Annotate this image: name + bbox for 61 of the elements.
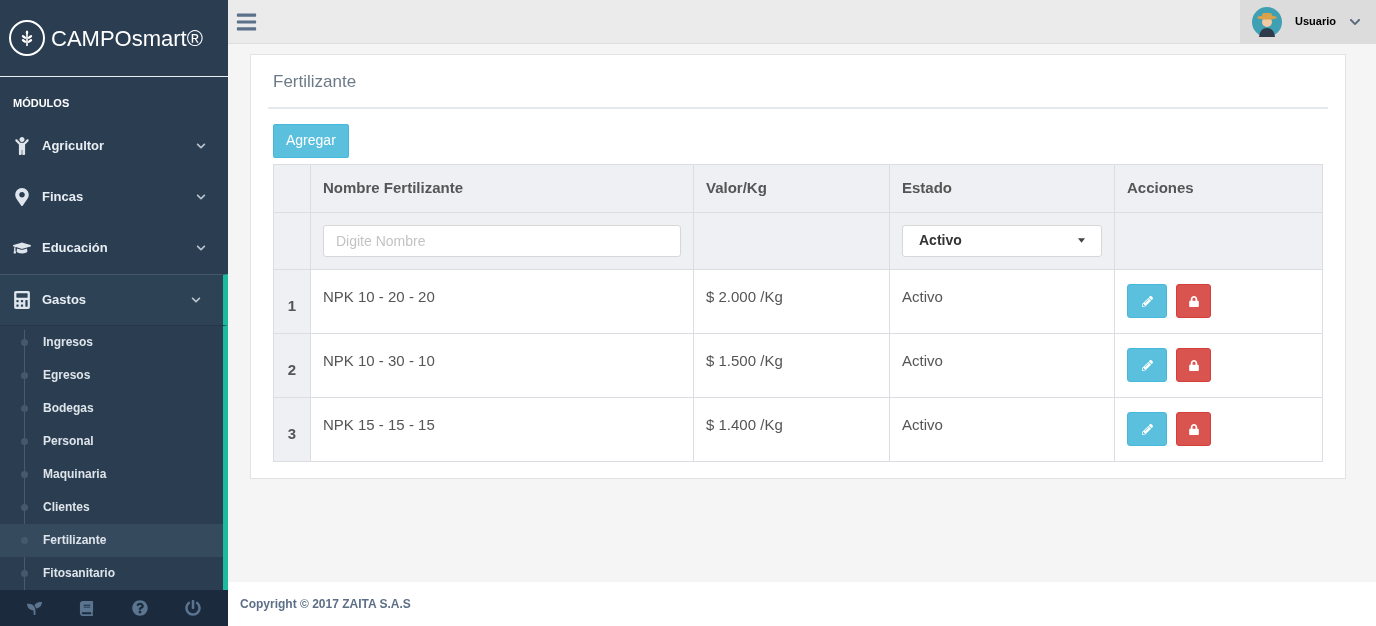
table-cell: Activo: [889, 333, 1115, 397]
column-header: Valor/Kg: [693, 164, 890, 212]
submenu-item[interactable]: Fertilizante: [0, 523, 223, 557]
brand-name: CAMPOsmart®: [51, 24, 203, 53]
column-header: Estado: [889, 164, 1115, 212]
menu-label: Educación: [42, 239, 109, 258]
sprout-icon[interactable]: [26, 600, 42, 616]
lock-button[interactable]: [1176, 412, 1211, 446]
table-cell: NPK 10 - 30 - 10: [310, 333, 694, 397]
edit-icon: [1141, 423, 1153, 435]
panel-title: Fertilizante: [273, 72, 357, 91]
table-cell: $ 1.500 /Kg: [693, 333, 890, 397]
submenu-item[interactable]: Fitosanitario: [0, 556, 223, 590]
book-icon[interactable]: [79, 600, 95, 616]
submenu-item[interactable]: Clientes: [0, 490, 223, 524]
table-cell: NPK 10 - 20 - 20: [310, 269, 694, 333]
table-cell: Activo: [889, 269, 1115, 333]
lock-icon: [1188, 423, 1199, 435]
column-header: Acciones: [1114, 164, 1323, 212]
submenu-item[interactable]: Personal: [0, 424, 223, 458]
lock-icon: [1188, 359, 1199, 371]
menu-item[interactable]: Fincas: [0, 171, 228, 223]
row-number: 3: [273, 397, 311, 461]
menu-label: Agricultor: [42, 137, 106, 156]
copyright-text: Copyright © 2017 ZAITA S.A.S: [240, 596, 411, 613]
lock-button[interactable]: [1176, 348, 1211, 382]
submenu-item[interactable]: Bodegas: [0, 391, 223, 425]
status-select[interactable]: Activo: [902, 224, 1102, 257]
lock-button[interactable]: [1176, 284, 1211, 318]
menu-label: Gastos: [42, 290, 88, 309]
row-number: 2: [273, 333, 311, 397]
edit-button[interactable]: [1127, 412, 1167, 446]
edit-icon: [1141, 359, 1153, 371]
chevron-icon: [196, 243, 206, 253]
user-menu[interactable]: Usuario: [1240, 0, 1376, 44]
menu-item[interactable]: Agricultor: [0, 120, 228, 172]
table-cell: $ 1.400 /Kg: [693, 397, 890, 461]
submenu-item[interactable]: Maquinaria: [0, 457, 223, 491]
edit-icon: [1141, 295, 1153, 307]
row-number: 1: [273, 269, 311, 333]
name-filter-field[interactable]: Digite Nombre: [323, 224, 681, 257]
section-title: MÓDULOS: [12, 96, 70, 111]
table-cell: Activo: [889, 397, 1115, 461]
chevron-icon: [196, 192, 206, 202]
table-cell: NPK 15 - 15 - 15: [310, 397, 694, 461]
lock-icon: [1188, 295, 1199, 307]
menu-item[interactable]: Gastos: [0, 273, 228, 325]
power-icon[interactable]: [185, 600, 202, 616]
chevron-icon: [196, 141, 206, 151]
dropdown-arrow-icon: [1078, 238, 1085, 243]
table-cell: $ 2.000 /Kg: [693, 269, 890, 333]
column-header: Nombre Fertilizante: [310, 164, 694, 212]
submenu-item[interactable]: Egresos: [0, 358, 223, 392]
menu-item[interactable]: Educación: [0, 222, 228, 274]
submenu-item[interactable]: Ingresos: [0, 325, 223, 359]
edit-button[interactable]: [1127, 348, 1167, 382]
menu-label: Fincas: [42, 188, 85, 207]
chevron-icon: [191, 294, 201, 305]
edit-button[interactable]: [1127, 284, 1167, 318]
avatar-icon: [1252, 6, 1282, 37]
help-icon[interactable]: [131, 600, 148, 616]
